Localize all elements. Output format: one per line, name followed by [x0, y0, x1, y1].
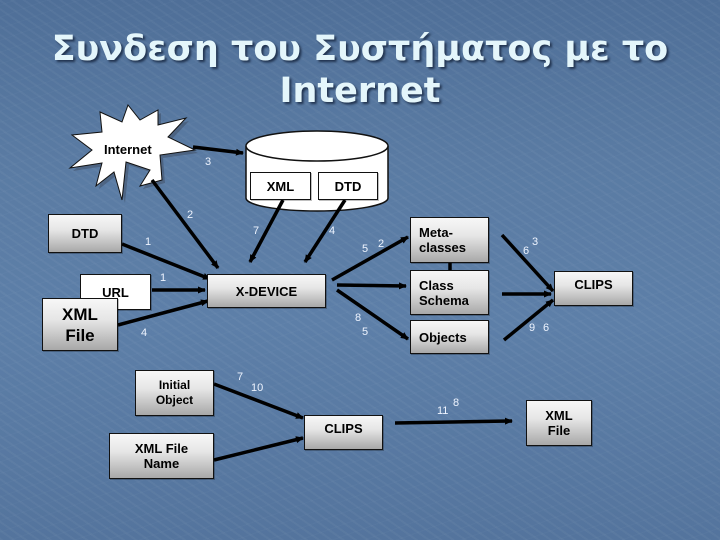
initial-object-box[interactable]: Initial Object: [135, 370, 214, 416]
xml-file-right-box[interactable]: XML File: [526, 400, 592, 446]
edge-label: 4: [329, 225, 336, 237]
edge-xdevice-objects: [336, 288, 409, 341]
class-schema-box[interactable]: Class Schema: [410, 270, 489, 315]
edge-label: 2: [187, 209, 194, 221]
xml-file-name-box[interactable]: XML File Name: [109, 433, 214, 479]
edge-internet-db: [192, 145, 244, 156]
xdevice-box[interactable]: X-DEVICE: [207, 274, 326, 308]
edge-label: 4: [141, 327, 148, 339]
edge-xdevice-schema: [336, 282, 407, 290]
edge-label: 7: [253, 225, 260, 237]
edge-label: 7: [237, 371, 244, 383]
edge-label: 6: [543, 322, 550, 334]
edge-label: 8: [355, 312, 362, 324]
edge-label: 1: [145, 236, 152, 248]
edge-label: 8: [453, 397, 460, 409]
edge-internet-xdevice: [150, 178, 220, 270]
db-xml-box[interactable]: XML: [250, 172, 311, 200]
edge-label: 2: [378, 238, 385, 250]
edge-label: 1: [160, 272, 167, 284]
internet-label: Internet: [104, 142, 152, 157]
edge-label: 3: [205, 156, 212, 168]
edge-xmlfilename-clips: [213, 436, 304, 462]
clips-bottom-box[interactable]: CLIPS: [304, 415, 383, 450]
edge-label: 5: [362, 243, 369, 255]
edge-clips-xmlfile: [394, 417, 513, 425]
objects-box[interactable]: Objects: [410, 320, 489, 354]
edge-label: 5: [362, 326, 369, 338]
edge-label: 10: [251, 382, 264, 394]
edge-label: 11: [437, 405, 449, 417]
diagram-canvas: [68, 103, 555, 462]
edge-label: 6: [523, 245, 530, 257]
edge-meta-clips: [500, 233, 555, 293]
edge-objects-clips: [502, 298, 555, 342]
edge-xdevice-meta: [331, 235, 409, 282]
edge-label: 9: [529, 322, 536, 334]
clips-right-box[interactable]: CLIPS: [554, 271, 633, 306]
metaclasses-box[interactable]: Meta-classes: [410, 217, 489, 263]
edge-label: 3: [532, 236, 539, 248]
xml-file-left-box[interactable]: XML File: [42, 298, 118, 351]
db-dtd-box[interactable]: DTD: [318, 172, 378, 200]
dtd-box[interactable]: DTD: [48, 214, 122, 253]
